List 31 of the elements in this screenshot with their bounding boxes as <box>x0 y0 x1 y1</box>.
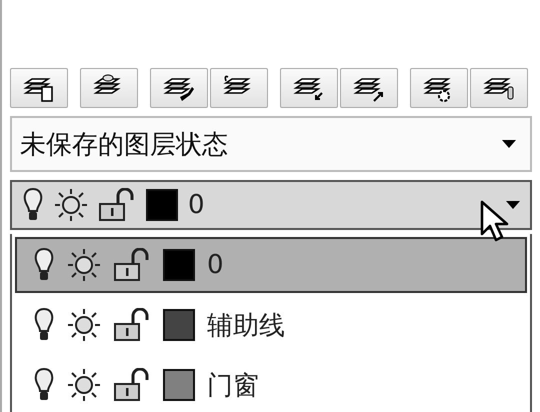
lightbulb-icon <box>33 367 55 403</box>
sun-icon <box>54 188 88 222</box>
layer-list-item[interactable]: 0 <box>15 237 527 293</box>
layer-list-item[interactable]: 门窗 <box>15 357 527 412</box>
layer-list-item[interactable]: 辅助线 <box>15 297 527 353</box>
unlocked-padlock-icon <box>113 248 151 282</box>
layer-name: 0 <box>207 250 224 280</box>
layer-dropdown[interactable]: 0 <box>10 180 532 230</box>
toolbar-button[interactable] <box>280 68 338 108</box>
dropdown-arrow-icon <box>502 140 516 148</box>
toolbar-button[interactable] <box>410 68 468 108</box>
dropdown-arrow-icon <box>506 201 520 209</box>
lightbulb-icon <box>22 187 44 223</box>
layer-name: 辅助线 <box>207 310 285 342</box>
toolbar-button[interactable] <box>10 68 68 108</box>
toolbar-button[interactable] <box>340 68 398 108</box>
toolbar-button[interactable] <box>470 68 528 108</box>
sun-icon <box>67 248 101 282</box>
sun-icon <box>67 308 101 342</box>
layer-name: 0 <box>188 190 205 220</box>
lightbulb-icon <box>33 247 55 283</box>
unlocked-padlock-icon <box>98 188 136 222</box>
unlocked-padlock-icon <box>113 368 151 402</box>
layer-state-dropdown[interactable]: 未保存的图层状态 <box>10 116 532 172</box>
sun-icon <box>67 368 101 402</box>
toolbar-button[interactable] <box>150 68 208 108</box>
toolbar-button[interactable] <box>80 68 138 108</box>
lightbulb-icon <box>33 307 55 343</box>
toolbar-button[interactable] <box>210 68 268 108</box>
layer-name: 门窗 <box>207 370 259 402</box>
unlocked-padlock-icon <box>113 308 151 342</box>
